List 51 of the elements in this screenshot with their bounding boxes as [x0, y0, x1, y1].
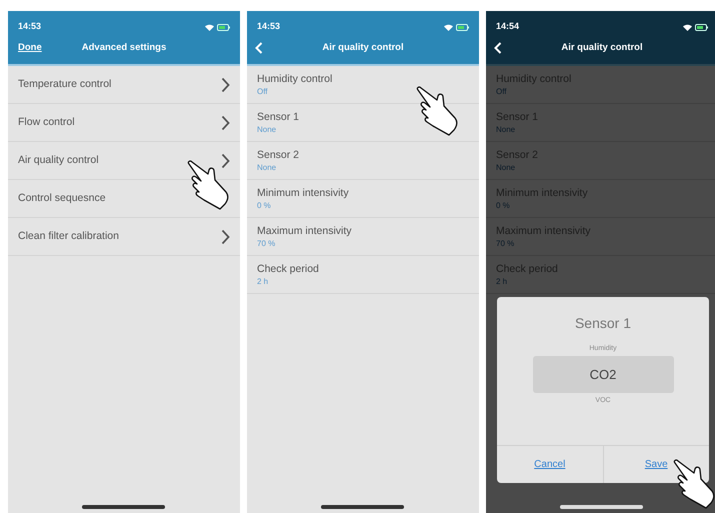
- row-label: Clean filter calibration: [18, 230, 119, 243]
- battery-icon: [217, 24, 230, 30]
- row-label: Air quality control: [18, 154, 99, 167]
- wifi-icon: [683, 24, 692, 30]
- settings-row[interactable]: Flow control: [8, 104, 240, 142]
- row-label: Flow control: [18, 116, 75, 129]
- row-label: Sensor 2: [257, 148, 300, 162]
- row-label: Humidity control: [257, 72, 332, 86]
- row-value: 70 %: [257, 238, 276, 248]
- row-value: 2 h: [257, 276, 270, 286]
- battery-icon: [456, 24, 469, 30]
- settings-row[interactable]: Check period 2 h: [247, 256, 479, 294]
- row-value: Off: [257, 86, 269, 96]
- screen-title: Air quality control: [561, 40, 643, 55]
- settings-row[interactable]: Air quality control: [8, 142, 240, 180]
- done-link[interactable]: Done: [18, 40, 42, 56]
- row-value: 0 %: [496, 200, 511, 210]
- dialog-title: Sensor 1: [574, 314, 632, 333]
- row-label: Minimum intensivity: [257, 186, 349, 200]
- wifi-icon: [444, 24, 453, 30]
- row-value: None: [496, 124, 516, 134]
- row-value: 70 %: [496, 238, 516, 248]
- screen-title: Advanced settings: [82, 40, 166, 55]
- settings-row[interactable]: Temperature control: [8, 66, 240, 104]
- row-value: Off: [496, 86, 508, 96]
- row-value: 0 %: [257, 200, 272, 210]
- screen-title: Air quality control: [322, 40, 404, 55]
- row-label: Check period: [257, 262, 319, 276]
- battery-icon: [695, 24, 708, 30]
- row-value: 2 h: [496, 276, 508, 286]
- settings-row[interactable]: Control sequesnce: [8, 180, 240, 218]
- row-label: Control sequesnce: [18, 192, 106, 205]
- row-label: Temperature control: [18, 78, 112, 91]
- status-time: 14:53: [18, 20, 42, 34]
- row-label: Maximum intensivity: [257, 224, 352, 238]
- settings-row[interactable]: Maximum intensivity 70 %: [247, 218, 479, 256]
- status-time: 14:54: [496, 20, 520, 34]
- dialog-button[interactable]: Save: [602, 446, 709, 483]
- row-value: None: [257, 162, 278, 172]
- wifi-icon: [205, 24, 214, 30]
- settings-row[interactable]: Clean filter calibration: [8, 218, 240, 256]
- picker-option[interactable]: CO2: [532, 356, 674, 393]
- row-value: None: [496, 162, 516, 172]
- settings-row[interactable]: Sensor 2 None: [247, 142, 479, 180]
- dialog-button[interactable]: Cancel: [497, 446, 602, 483]
- back-button[interactable]: [492, 40, 504, 56]
- settings-row[interactable]: Minimum intensivity 0 %: [247, 180, 479, 218]
- row-value: None: [257, 124, 278, 134]
- status-time: 14:53: [257, 20, 280, 34]
- settings-row[interactable]: Sensor 1 None: [247, 104, 479, 142]
- row-label: Sensor 1: [257, 110, 300, 124]
